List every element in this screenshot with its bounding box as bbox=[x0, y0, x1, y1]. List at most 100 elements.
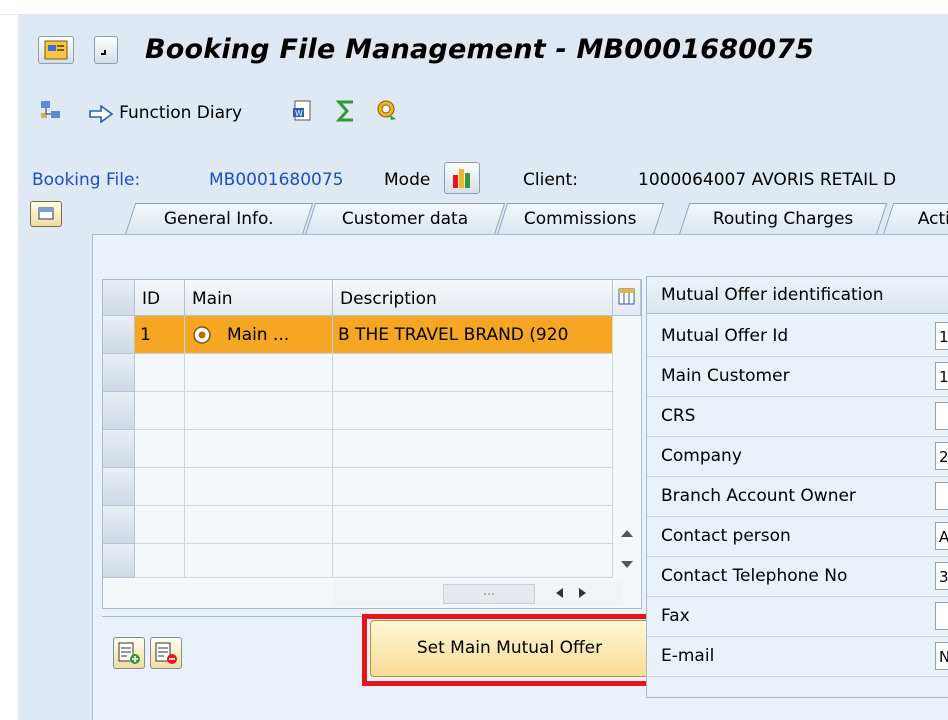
email-field[interactable]: N bbox=[935, 642, 948, 670]
field-label-contact-telephone: Contact Telephone No bbox=[661, 566, 848, 586]
table-cell bbox=[135, 430, 185, 468]
folder-icon bbox=[38, 207, 54, 220]
scroll-down-button[interactable] bbox=[617, 554, 637, 574]
mode-button[interactable] bbox=[444, 162, 480, 194]
contact-person-field[interactable]: A bbox=[935, 522, 948, 550]
system-menu-button[interactable] bbox=[38, 36, 74, 64]
table-cell bbox=[185, 392, 333, 430]
tab-general-info[interactable]: General Info. bbox=[124, 203, 314, 235]
tab-label: Customer data bbox=[341, 209, 468, 229]
company-field[interactable]: 2 bbox=[935, 442, 948, 470]
triangle-down-icon bbox=[621, 561, 633, 568]
section-title: Mutual Offer identification bbox=[661, 285, 884, 305]
contact-telephone-field[interactable]: 3 bbox=[935, 562, 948, 590]
function-diary-button[interactable]: Function Diary bbox=[88, 103, 243, 124]
select-all-cell[interactable] bbox=[103, 280, 135, 316]
scroll-right-button[interactable] bbox=[573, 584, 591, 602]
mode-label: Mode bbox=[384, 170, 431, 190]
table-settings-icon bbox=[618, 288, 635, 305]
arrow-right-icon bbox=[89, 103, 114, 124]
insert-row-icon bbox=[118, 642, 140, 664]
menu-icon bbox=[44, 40, 68, 60]
field-label-branch-account-owner: Branch Account Owner bbox=[661, 486, 856, 506]
client-label: Client: bbox=[523, 170, 578, 190]
table-cell bbox=[135, 506, 185, 544]
column-header-description[interactable]: Description bbox=[333, 280, 613, 316]
branch-account-owner-field[interactable] bbox=[935, 482, 948, 510]
row-selector[interactable] bbox=[103, 506, 135, 544]
dropdown-button[interactable] bbox=[94, 36, 118, 64]
word-document-icon[interactable]: W bbox=[290, 98, 316, 124]
row-selector[interactable] bbox=[103, 468, 135, 506]
field-label-contact-person: Contact person bbox=[661, 526, 791, 546]
bar-chart-icon bbox=[453, 169, 470, 188]
radio-button-icon[interactable] bbox=[191, 324, 213, 346]
main-customer-field[interactable]: 1 bbox=[935, 362, 948, 390]
tab-label: General Info. bbox=[163, 209, 274, 229]
row-selector[interactable] bbox=[103, 430, 135, 468]
triangle-left-icon bbox=[556, 588, 563, 598]
sum-icon[interactable] bbox=[334, 98, 360, 124]
fax-field[interactable] bbox=[935, 602, 948, 630]
table-cell bbox=[135, 468, 185, 506]
table-cell bbox=[333, 354, 613, 392]
booking-file-label: Booking File: bbox=[32, 170, 141, 190]
table-cell bbox=[135, 392, 185, 430]
tab-label: Commissions bbox=[524, 209, 637, 229]
mutual-offer-id-field[interactable]: 1 bbox=[935, 322, 948, 350]
delete-row-button[interactable] bbox=[150, 637, 182, 669]
column-settings-button[interactable] bbox=[613, 280, 641, 316]
table-cell bbox=[333, 544, 613, 578]
field-label-email: E-mail bbox=[661, 646, 715, 666]
table-cell bbox=[135, 354, 185, 392]
chevron-down-icon bbox=[101, 50, 106, 55]
table-cell bbox=[135, 544, 185, 578]
table-cell bbox=[185, 430, 333, 468]
grip-icon bbox=[484, 593, 494, 595]
row-selector[interactable] bbox=[103, 544, 135, 578]
top-strip bbox=[0, 0, 948, 15]
client-value: 1000064007 AVORIS RETAIL D bbox=[638, 170, 897, 190]
scroll-left-button[interactable] bbox=[551, 584, 569, 602]
svg-text:W: W bbox=[295, 109, 303, 118]
tab-strip: General Info. Customer data Commissions … bbox=[92, 203, 948, 235]
table-cell-main[interactable]: Main ... bbox=[185, 316, 333, 354]
row-selector[interactable] bbox=[103, 316, 135, 354]
field-label-fax: Fax bbox=[661, 606, 690, 626]
table-cell bbox=[333, 430, 613, 468]
table-cell-description[interactable]: B THE TRAVEL BRAND (920 bbox=[333, 316, 613, 354]
tab-label: Acti bbox=[917, 209, 948, 229]
hierarchy-icon[interactable] bbox=[38, 98, 64, 124]
tab-actions[interactable]: Acti bbox=[882, 203, 948, 235]
field-label-company: Company bbox=[661, 446, 742, 466]
money-icon[interactable] bbox=[374, 98, 400, 124]
tab-customer-data[interactable]: Customer data bbox=[304, 203, 506, 235]
expand-header-button[interactable] bbox=[30, 201, 62, 227]
delete-row-icon bbox=[155, 642, 177, 664]
column-header-main[interactable]: Main bbox=[185, 280, 333, 316]
tab-commissions[interactable]: Commissions bbox=[496, 203, 665, 235]
field-row bbox=[647, 596, 948, 637]
page-title: Booking File Management - MB0001680075 bbox=[145, 34, 815, 65]
scroll-up-button[interactable] bbox=[617, 524, 637, 544]
column-header-id[interactable]: ID bbox=[135, 280, 185, 316]
table-cell bbox=[185, 468, 333, 506]
table-cell bbox=[333, 468, 613, 506]
field-label-mutual-offer-id: Mutual Offer Id bbox=[661, 326, 789, 346]
triangle-up-icon bbox=[621, 530, 633, 537]
row-selector[interactable] bbox=[103, 392, 135, 430]
field-label-crs: CRS bbox=[661, 406, 696, 426]
crs-field[interactable] bbox=[935, 402, 948, 430]
tab-label: Routing Charges bbox=[712, 209, 854, 229]
function-diary-label: Function Diary bbox=[119, 103, 243, 123]
table-cell bbox=[185, 544, 333, 578]
triangle-right-icon bbox=[579, 588, 586, 598]
mutual-offer-table: ID Main Description 1 Main ... B THE TRA… bbox=[102, 279, 642, 609]
scroll-thumb[interactable] bbox=[443, 584, 535, 604]
add-row-button[interactable] bbox=[113, 637, 145, 669]
main-cell-text: Main ... bbox=[227, 325, 290, 345]
tab-routing-charges[interactable]: Routing Charges bbox=[678, 203, 888, 235]
booking-file-value: MB0001680075 bbox=[209, 170, 344, 190]
table-cell-id[interactable]: 1 bbox=[135, 316, 185, 354]
row-selector[interactable] bbox=[103, 354, 135, 392]
